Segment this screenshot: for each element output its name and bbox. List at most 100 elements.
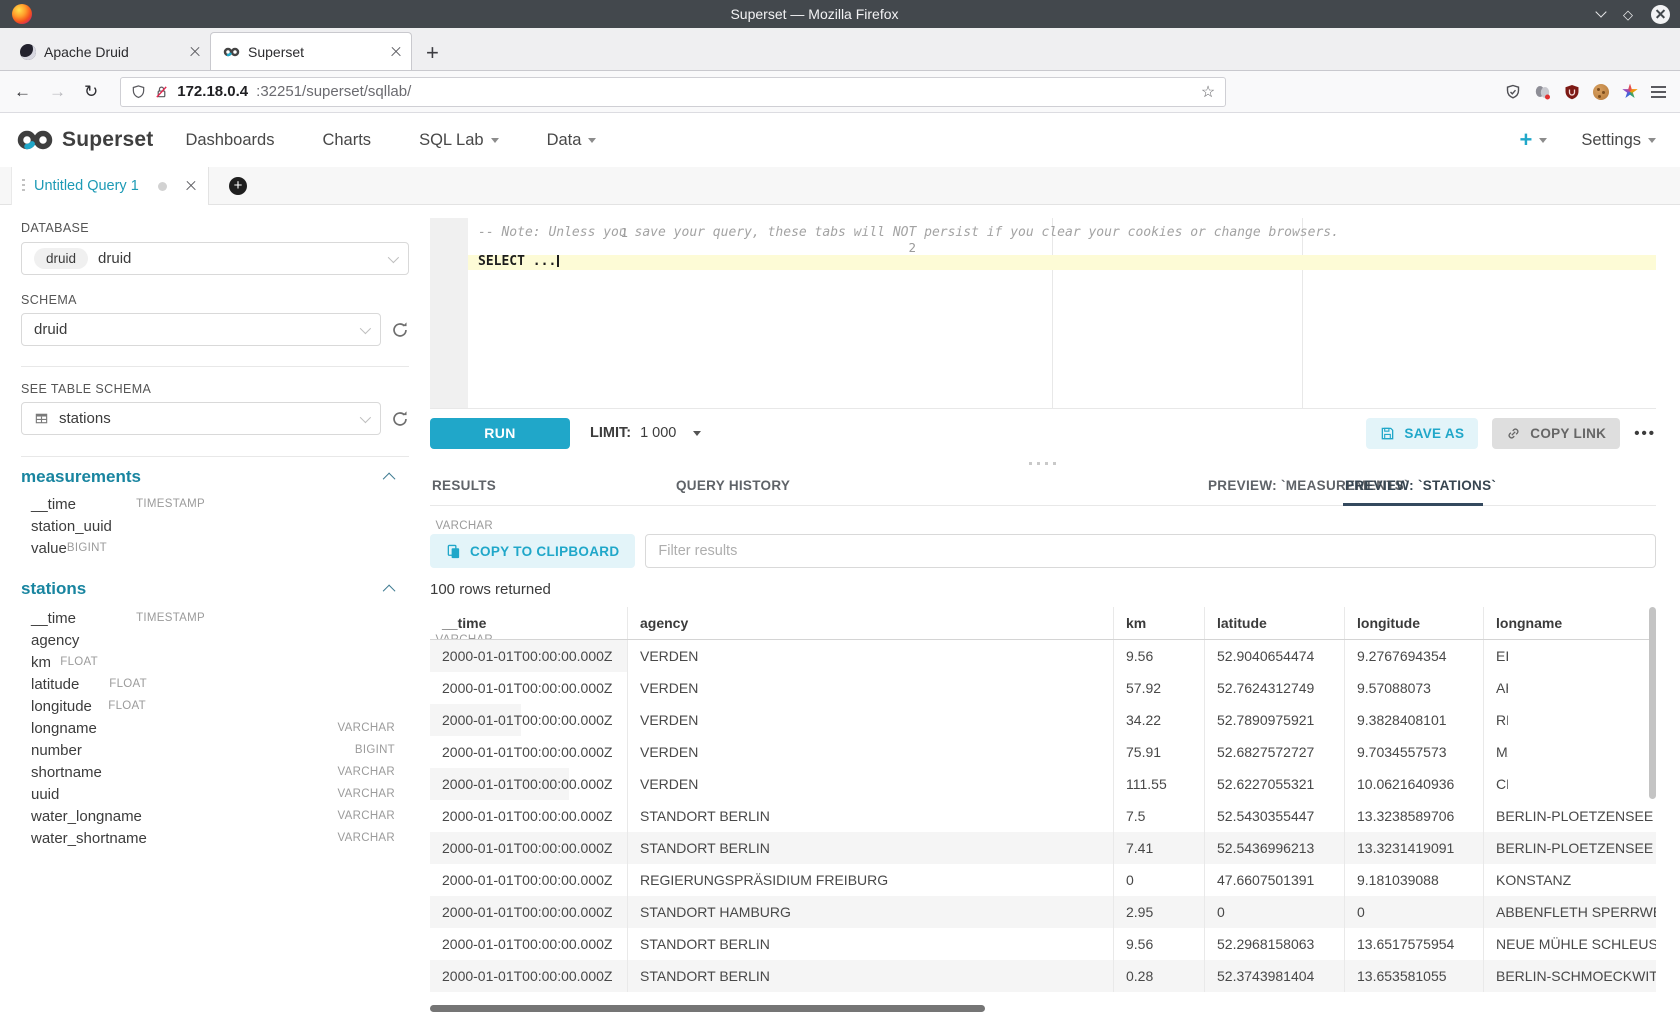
editor-line-active: SELECT ... (468, 255, 1656, 270)
cookie-icon[interactable] (1593, 84, 1609, 100)
url-host: 172.18.0.4 (177, 83, 248, 100)
drag-handle-icon[interactable] (22, 179, 25, 194)
results-tab[interactable]: RESULTS (430, 469, 628, 505)
ublock-icon[interactable] (1564, 84, 1580, 100)
refresh-schema-icon[interactable] (391, 321, 409, 339)
bookmark-star-icon[interactable]: ☆ (1201, 82, 1215, 102)
copy-to-clipboard-button[interactable]: COPY TO CLIPBOARD (430, 534, 635, 568)
add-new-button[interactable]: + (1520, 129, 1548, 151)
chevron-down-icon[interactable] (1595, 6, 1606, 17)
cell-agency: STANDORT BERLIN (628, 960, 1114, 992)
more-actions-button[interactable]: ••• (1634, 425, 1656, 442)
table-row: 2000-01-01T00:00:00.000Z STANDORT HAMBUR… (430, 896, 1656, 928)
tab-close-icon[interactable] (391, 47, 401, 57)
cell-agency: STANDORT BERLIN (628, 800, 1114, 832)
browser-tab-druid[interactable]: Apache Druid (8, 34, 210, 70)
filter-results-input[interactable] (645, 534, 1656, 568)
schema-column-row: water_shortname VARCHAR (21, 827, 409, 849)
results-tab[interactable]: PREVIEW: `MEASUREMENTS` (1206, 469, 1297, 505)
results-tab[interactable]: PREVIEW: `STATIONS` (1343, 469, 1483, 505)
database-select[interactable]: druid druid (21, 242, 409, 275)
color-star-icon[interactable] (1622, 84, 1638, 100)
schema-column-row: longitude FLOAT (21, 695, 160, 717)
table-header-cell[interactable]: longitude (1345, 607, 1484, 639)
browser-urlbar: ← → ↻ 172.18.0.4:32251/superset/sqllab/ … (0, 71, 1680, 113)
masks-icon[interactable] (1534, 84, 1551, 100)
table-row: 2000-01-01T00:00:00.000Z VERDEN 9.56 52.… (430, 640, 628, 672)
cell-longname: NEUE MÜHLE SCHLEUSE OP (1484, 928, 1656, 960)
schema-select[interactable]: druid (21, 313, 381, 346)
nav-item-dashboards[interactable]: Dashboards (185, 131, 274, 150)
cell-agency: VERDEN (628, 768, 1114, 800)
close-query-tab-icon[interactable] (186, 181, 196, 191)
reload-icon[interactable]: ↻ (84, 82, 98, 102)
horizontal-scrollbar[interactable] (430, 1005, 985, 1012)
cell-longname: EITZE (1484, 640, 1508, 672)
copy-link-button[interactable]: COPY LINK (1492, 418, 1620, 449)
cell-km: 75.91 (1114, 736, 1205, 768)
table-header-cell[interactable]: latitude (1205, 607, 1345, 639)
browser-tabbar: Apache Druid Superset + (0, 28, 1680, 71)
cell-time: 2000-01-01T00:00:00.000Z (430, 800, 628, 832)
extension-shield-icon[interactable] (1505, 84, 1521, 100)
superset-infinity-icon (16, 128, 54, 152)
new-tab-button[interactable]: + (426, 42, 439, 64)
editor-code-area[interactable]: -- Note: Unless you save your query, the… (468, 218, 1656, 408)
superset-navbar: Superset Dashboards Charts SQL Lab Data … (0, 113, 1680, 167)
window-close-button[interactable] (1651, 5, 1670, 24)
vertical-scrollbar[interactable] (1649, 607, 1656, 799)
caret-down-icon (588, 138, 596, 143)
diamond-icon[interactable]: ◇ (1623, 8, 1633, 21)
editor-line-blank (468, 241, 1656, 256)
nav-item-charts[interactable]: Charts (322, 131, 371, 150)
refresh-table-icon[interactable] (391, 410, 409, 428)
caret-down-icon (491, 138, 499, 143)
sql-editor[interactable]: 123 -- Note: Unless you save your query,… (430, 218, 1656, 408)
table-select[interactable]: stations (21, 402, 381, 435)
table-section-measurements[interactable]: measurements (21, 467, 409, 487)
unsaved-indicator (158, 182, 167, 191)
table-header-cell[interactable]: longname (1484, 607, 1656, 639)
content: DATABASE druid druid SCHEMA druid (0, 205, 1680, 1012)
shield-icon[interactable] (131, 84, 146, 100)
run-button[interactable]: RUN (430, 418, 570, 449)
schema-label: SCHEMA (21, 293, 409, 307)
table-header-cell[interactable]: __time (430, 607, 628, 639)
back-icon[interactable]: ← (14, 82, 31, 102)
database-tag: druid (34, 248, 88, 269)
cell-latitude: 52.2968158063 (1205, 928, 1345, 960)
results-tab[interactable]: QUERY HISTORY (674, 469, 1160, 505)
superset-logo[interactable]: Superset (16, 128, 153, 152)
results-table: __time agency km latitude longitude long… (430, 607, 1656, 992)
measurements-columns: __time TIMESTAMP station_uuid VARCHAR va… (21, 493, 409, 559)
nav-item-sql-lab[interactable]: SQL Lab (419, 131, 499, 150)
table-header-cell[interactable]: km (1114, 607, 1205, 639)
insecure-lock-icon[interactable] (154, 84, 169, 100)
cell-longitude: 10.0621640936 (1345, 768, 1484, 800)
tab-close-icon[interactable] (190, 47, 200, 57)
save-as-button[interactable]: SAVE AS (1366, 418, 1478, 449)
caret-down-icon (1539, 138, 1547, 143)
nav-item-data[interactable]: Data (547, 131, 597, 150)
cell-latitude: 52.6227055321 (1205, 768, 1345, 800)
query-tab[interactable]: Untitled Query 1 (11, 167, 209, 205)
cell-longitude: 13.653581055 (1345, 960, 1484, 992)
brand-wordmark: Superset (62, 128, 153, 152)
table-section-stations[interactable]: stations (21, 579, 409, 599)
url-input[interactable]: 172.18.0.4:32251/superset/sqllab/ ☆ (120, 77, 1226, 107)
cell-latitude: 52.9040654474 (1205, 640, 1345, 672)
cell-agency: VERDEN (628, 672, 1114, 704)
pane-splitter[interactable] (430, 457, 1656, 469)
cell-agency: VERDEN (628, 640, 1114, 672)
cell-longitude: 13.6517575954 (1345, 928, 1484, 960)
menu-icon[interactable] (1651, 86, 1666, 98)
cell-longitude: 9.7034557573 (1345, 736, 1484, 768)
table-icon (34, 411, 49, 426)
limit-dropdown[interactable]: LIMIT: 1 000 (590, 425, 701, 441)
cell-time: 2000-01-01T00:00:00.000Z (430, 896, 628, 928)
new-query-tab-button[interactable]: + (229, 177, 247, 195)
settings-menu[interactable]: Settings (1581, 131, 1656, 150)
text-cursor (557, 255, 559, 267)
table-header-cell[interactable]: agency (628, 607, 1114, 639)
browser-tab-superset[interactable]: Superset (210, 32, 412, 70)
